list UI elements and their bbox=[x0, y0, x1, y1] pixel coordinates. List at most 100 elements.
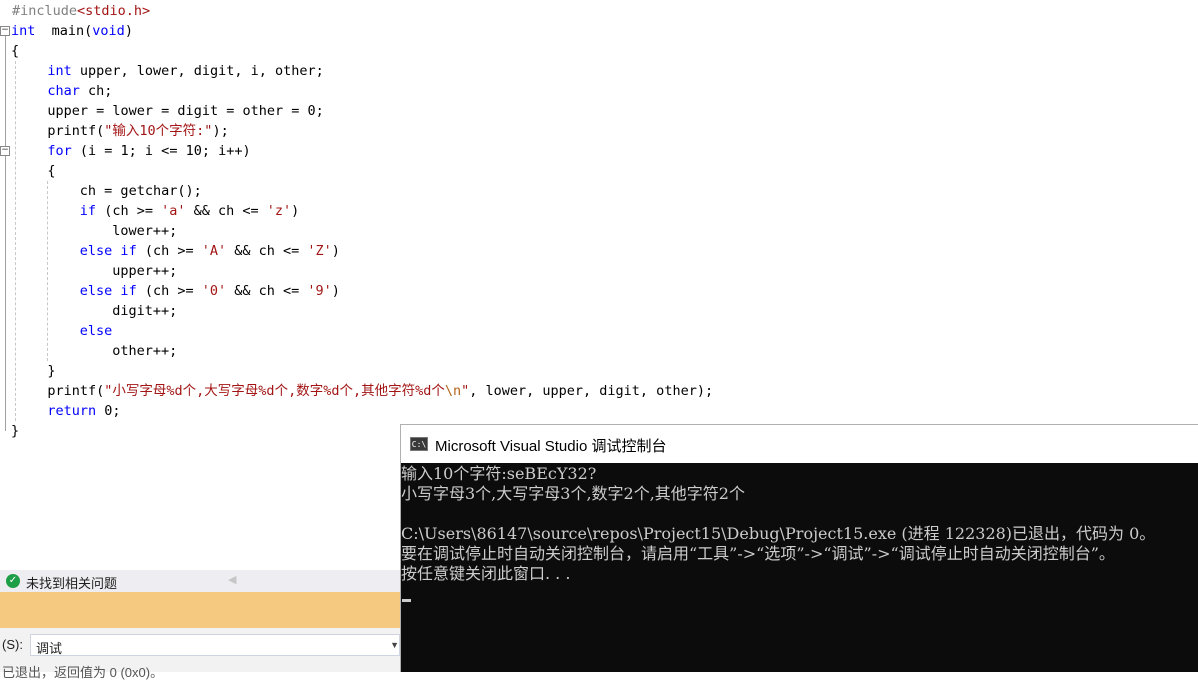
code-line[interactable]: return 0; bbox=[0, 401, 1198, 421]
code-token: ) bbox=[331, 283, 340, 299]
code-line[interactable]: − for (i = 1; i <= 10; i++) bbox=[0, 141, 1198, 161]
code-token: 0; bbox=[96, 403, 121, 419]
code-token: && ch <= bbox=[185, 203, 267, 219]
code-token: ch = getchar(); bbox=[79, 183, 202, 199]
chevron-down-icon: ▼ bbox=[390, 640, 399, 650]
collapse-toggle-icon[interactable]: − bbox=[0, 146, 10, 156]
console-output-line: C:\Users\86147\source\repos\Project15\De… bbox=[401, 524, 1156, 543]
debug-console-window[interactable]: C:\ Microsoft Visual Studio 调试控制台 输入10个字… bbox=[400, 424, 1198, 672]
code-text: upper++; bbox=[112, 261, 177, 281]
code-token: && ch <= bbox=[226, 283, 308, 299]
code-text: #include<stdio.h> bbox=[12, 1, 150, 21]
code-token: else if bbox=[79, 243, 137, 259]
code-line[interactable]: else bbox=[0, 321, 1198, 341]
code-token: ) bbox=[291, 203, 300, 219]
code-token: ) bbox=[124, 23, 133, 39]
code-text: } bbox=[11, 421, 19, 441]
code-token: lower++; bbox=[112, 223, 178, 239]
console-output-line: 要在调试停止时自动关闭控制台，请启用“工具”->“选项”->“调试”->“调试停… bbox=[401, 544, 1115, 563]
code-text: printf("小写字母%d个,大写字母%d个,数字%d个,其他字符%d个\n"… bbox=[47, 381, 713, 401]
code-text: { bbox=[47, 161, 55, 181]
code-token: } bbox=[11, 423, 20, 439]
code-token: int bbox=[11, 23, 36, 39]
code-text: char ch; bbox=[47, 81, 112, 101]
code-text: ch = getchar(); bbox=[80, 181, 202, 201]
code-token: ); bbox=[212, 123, 229, 139]
output-panel: (S): 调试 ▼ 已退出，返回值为 0 (0x0)。 bbox=[0, 628, 400, 680]
code-token: { bbox=[47, 163, 56, 179]
code-token: 'a' bbox=[161, 203, 186, 219]
code-line[interactable]: other++; bbox=[0, 341, 1198, 361]
code-line[interactable]: printf("输入10个字符:"); bbox=[0, 121, 1198, 141]
console-output-line: 按任意键关闭此窗口. . . bbox=[401, 564, 571, 583]
code-line[interactable]: if (ch >= 'a' && ch <= 'z') bbox=[0, 201, 1198, 221]
code-line[interactable]: upper++; bbox=[0, 261, 1198, 281]
scroll-left-arrow-icon[interactable]: ◀ bbox=[228, 573, 236, 586]
code-text: printf("输入10个字符:"); bbox=[47, 121, 228, 141]
code-token: 'A' bbox=[201, 243, 227, 259]
code-token: , lower, upper, digit, other); bbox=[469, 383, 714, 399]
code-line[interactable]: { bbox=[0, 161, 1198, 181]
code-token: '9' bbox=[307, 283, 332, 299]
code-text: digit++; bbox=[112, 301, 177, 321]
code-token: 'Z' bbox=[307, 243, 332, 259]
code-token: 'z' bbox=[266, 203, 292, 219]
code-text: upper = lower = digit = other = 0; bbox=[47, 101, 323, 121]
code-line[interactable]: printf("小写字母%d个,大写字母%d个,数字%d个,其他字符%d个\n"… bbox=[0, 381, 1198, 401]
collapse-toggle-icon[interactable]: − bbox=[0, 26, 10, 36]
console-title: Microsoft Visual Studio 调试控制台 bbox=[435, 438, 667, 455]
code-text: other++; bbox=[112, 341, 177, 361]
code-text: int main(void) bbox=[11, 21, 133, 41]
code-token: int bbox=[47, 63, 72, 79]
code-token: upper++; bbox=[112, 263, 178, 279]
console-output-line: 小写字母3个,大写字母3个,数字2个,其他字符2个 bbox=[401, 484, 745, 503]
code-token: other++; bbox=[112, 343, 178, 359]
code-token: printf( bbox=[47, 383, 105, 399]
code-token: (ch >= bbox=[96, 203, 162, 219]
code-line[interactable]: { bbox=[0, 41, 1198, 61]
issues-status-text: 未找到相关问题 bbox=[26, 576, 118, 591]
console-titlebar[interactable]: C:\ Microsoft Visual Studio 调试控制台 bbox=[401, 425, 1198, 463]
code-text: if (ch >= 'a' && ch <= 'z') bbox=[80, 201, 300, 221]
console-cursor bbox=[402, 599, 411, 602]
code-token: for bbox=[47, 143, 72, 159]
console-output-line: 输入10个字符:seBEcY32? bbox=[401, 464, 597, 483]
code-text: for (i = 1; i <= 10; i++) bbox=[47, 141, 250, 161]
code-token: void bbox=[92, 23, 125, 39]
code-line[interactable]: char ch; bbox=[0, 81, 1198, 101]
code-text: return 0; bbox=[47, 401, 120, 421]
code-text: else bbox=[80, 321, 113, 341]
output-source-dropdown[interactable]: 调试 ▼ bbox=[30, 634, 400, 656]
code-editor[interactable]: #include<stdio.h> − int main(void){int upp… bbox=[0, 0, 1198, 440]
code-line[interactable]: upper = lower = digit = other = 0; bbox=[0, 101, 1198, 121]
code-token: upper = lower = digit = other = 0; bbox=[47, 103, 324, 119]
code-line[interactable]: int upper, lower, digit, i, other; bbox=[0, 61, 1198, 81]
console-app-icon: C:\ bbox=[410, 437, 428, 451]
output-source-label: (S): bbox=[2, 637, 23, 652]
code-line[interactable]: else if (ch >= 'A' && ch <= 'Z') bbox=[0, 241, 1198, 261]
code-text: { bbox=[11, 41, 19, 61]
code-text: else if (ch >= '0' && ch <= '9') bbox=[80, 281, 340, 301]
code-token: (i = 1; i <= 10; i++) bbox=[71, 143, 251, 159]
check-circle-icon: ✓ bbox=[6, 574, 20, 588]
code-token: && ch <= bbox=[226, 243, 308, 259]
code-token: ) bbox=[331, 243, 340, 259]
code-token: { bbox=[11, 43, 20, 59]
code-line[interactable]: #include<stdio.h> bbox=[0, 1, 1198, 21]
code-line[interactable]: ch = getchar(); bbox=[0, 181, 1198, 201]
code-line[interactable]: else if (ch >= '0' && ch <= '9') bbox=[0, 281, 1198, 301]
code-line[interactable]: lower++; bbox=[0, 221, 1198, 241]
issues-status-bar: ✓ 未找到相关问题 ◀ bbox=[0, 570, 400, 592]
code-line[interactable]: } bbox=[0, 361, 1198, 381]
code-token: else if bbox=[79, 283, 137, 299]
output-panel-header bbox=[0, 592, 400, 628]
code-text: lower++; bbox=[112, 221, 177, 241]
code-line[interactable]: digit++; bbox=[0, 301, 1198, 321]
code-token: digit++; bbox=[112, 303, 178, 319]
code-token: return bbox=[47, 403, 97, 419]
code-token: char bbox=[47, 83, 80, 99]
code-token: upper, lower, digit, i, other; bbox=[71, 63, 324, 79]
code-token: printf( bbox=[47, 123, 105, 139]
code-line[interactable]: − int main(void) bbox=[0, 21, 1198, 41]
code-text: else if (ch >= 'A' && ch <= 'Z') bbox=[80, 241, 340, 261]
